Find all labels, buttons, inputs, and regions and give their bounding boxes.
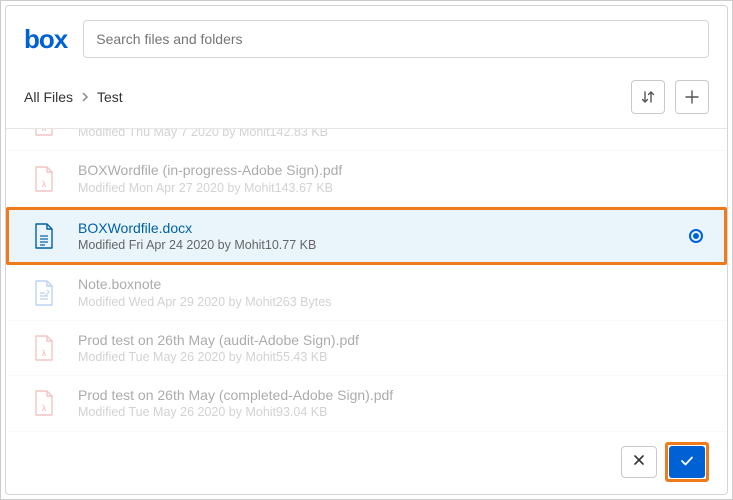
svg-text:λ: λ [42,180,47,189]
file-row[interactable]: Note.boxnoteModified Wed Apr 29 2020 by … [6,265,727,320]
file-type-icon: λ [30,163,58,195]
svg-text:λ: λ [42,404,47,413]
add-button[interactable] [675,80,709,114]
file-picker-dialog: box All Files Test [5,5,728,495]
file-name: Note.boxnote [78,275,709,293]
breadcrumb-root[interactable]: All Files [24,89,73,105]
file-row[interactable]: λ BOXWordfile (in-progress-Adobe Sign)(1)… [6,129,727,151]
file-text: Prod test on 26th May (completed-Adobe S… [78,386,709,420]
file-row[interactable]: λ BOXWordfile (in-progress-Adobe Sign).pd… [6,151,727,206]
confirm-highlight [665,442,709,482]
file-name: BOXWordfile.docx [78,219,689,237]
radio-selected-icon[interactable] [689,229,703,243]
breadcrumb: All Files Test [24,89,123,105]
file-meta: Modified Tue May 26 2020 by Mohit93.04 K… [78,404,709,420]
file-meta: Modified Wed Apr 29 2020 by Mohit263 Byt… [78,294,709,310]
footer [6,432,727,494]
file-text: Prod test on 26th May (audit-Adobe Sign)… [78,331,709,365]
file-type-icon: λ [30,387,58,419]
header: box [6,6,727,72]
file-type-icon [30,277,58,309]
sort-icon [640,89,656,105]
file-text: BOXWordfile (in-progress-Adobe Sign)(1).… [78,129,709,140]
plus-icon [684,89,700,105]
file-row[interactable]: λ Prod test on 26th May (completed-Adobe … [6,376,727,431]
toolbar: All Files Test [6,72,727,128]
file-meta: Modified Mon Apr 27 2020 by Mohit143.67 … [78,180,709,196]
close-icon [633,453,645,471]
file-meta: Modified Tue May 26 2020 by Mohit55.43 K… [78,349,709,365]
file-meta: Modified Fri Apr 24 2020 by Mohit10.77 K… [78,237,689,253]
svg-text:λ: λ [42,349,47,358]
file-name: Prod test on 26th May (audit-Adobe Sign)… [78,331,709,349]
sort-button[interactable] [631,80,665,114]
check-icon [680,455,694,470]
file-type-icon: λ [30,129,58,139]
file-row[interactable]: λ Prod test on 26th May (audit-Adobe Sign… [6,321,727,376]
file-meta: Modified Thu May 7 2020 by Mohit142.83 K… [78,129,709,140]
breadcrumb-current: Test [97,89,123,105]
file-name: BOXWordfile (in-progress-Adobe Sign).pdf [78,161,709,179]
file-text: Note.boxnoteModified Wed Apr 29 2020 by … [78,275,709,309]
file-text: BOXWordfile (in-progress-Adobe Sign).pdf… [78,161,709,195]
confirm-button[interactable] [669,446,705,478]
file-type-icon [30,220,58,252]
file-text: BOXWordfile.docxModified Fri Apr 24 2020… [78,219,689,253]
file-list[interactable]: λ BOXWordfile (in-progress-Adobe Sign)(1)… [6,129,727,432]
cancel-button[interactable] [621,446,657,478]
file-name: Prod test on 26th May (completed-Adobe S… [78,386,709,404]
box-logo: box [24,26,67,52]
file-row[interactable]: BOXWordfile.docxModified Fri Apr 24 2020… [6,207,727,265]
chevron-right-icon [81,92,89,102]
svg-text:λ: λ [42,129,47,133]
file-type-icon: λ [30,332,58,364]
search-input[interactable] [83,20,709,58]
